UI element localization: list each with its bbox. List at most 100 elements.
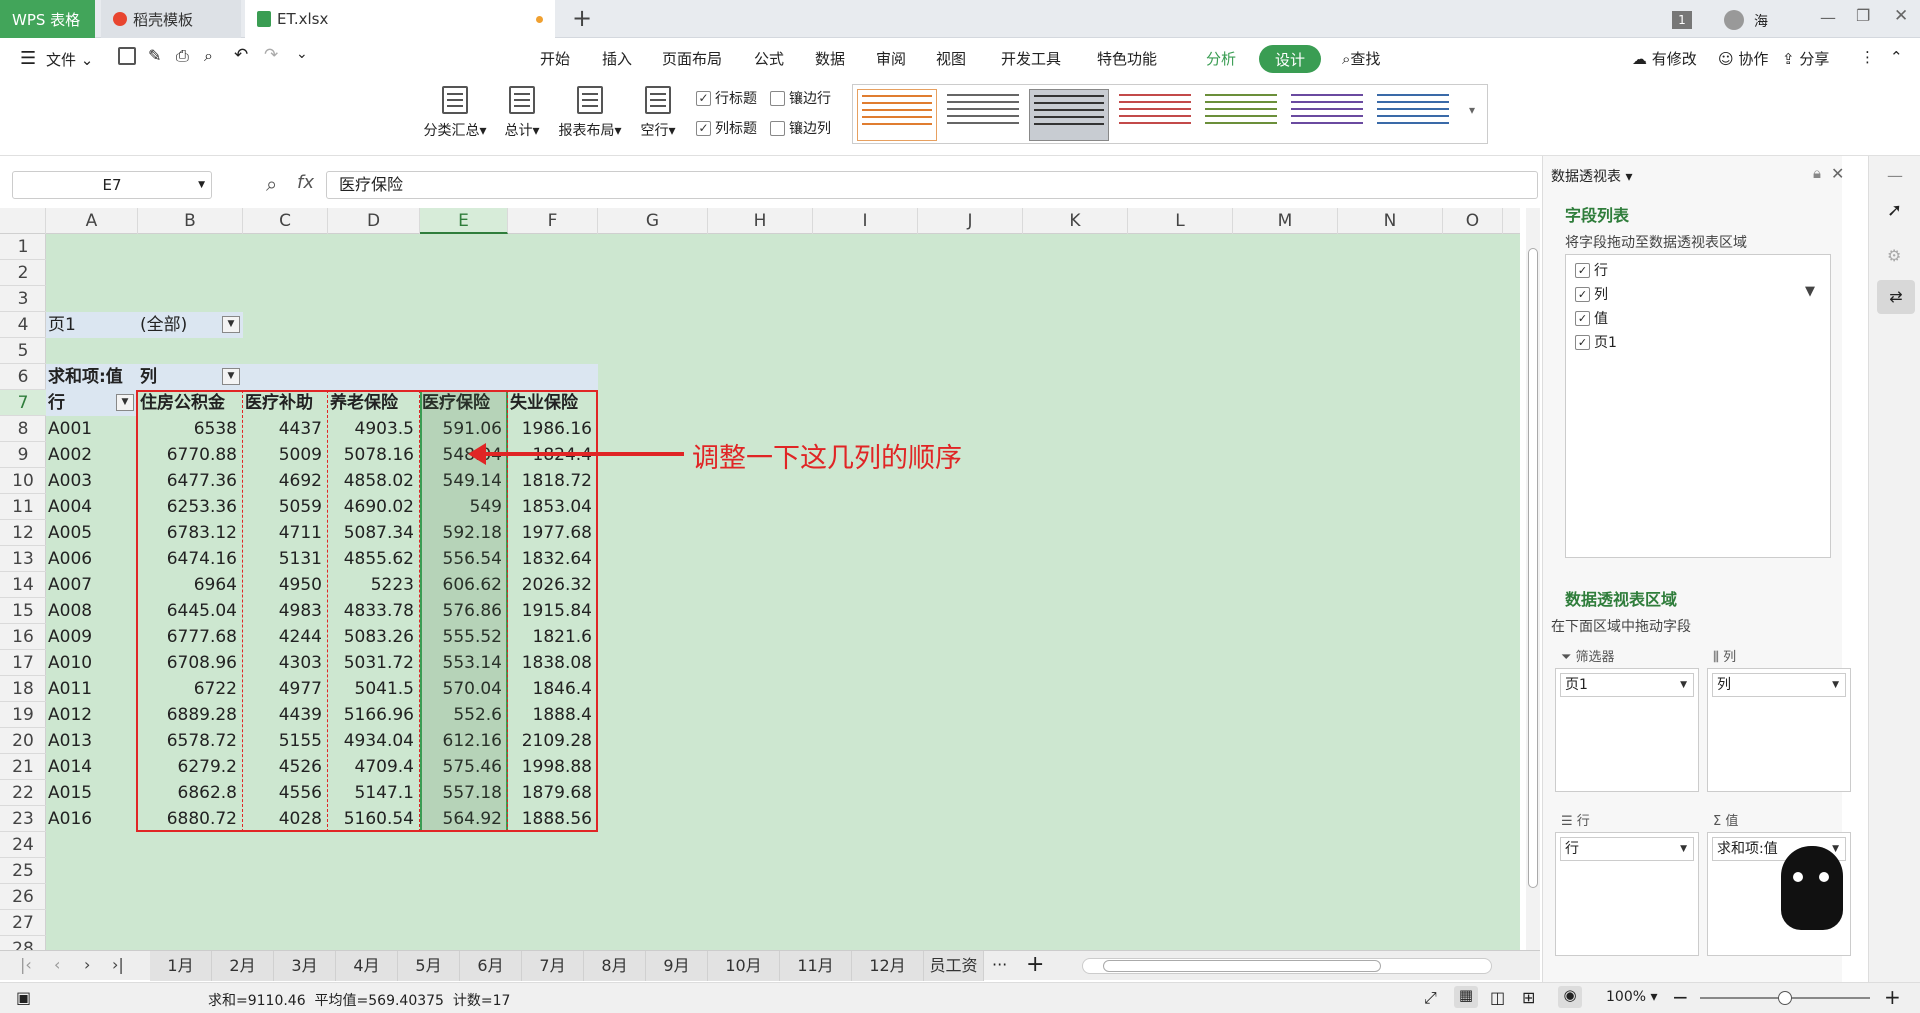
print-preview-icon[interactable]: ⌕ (204, 46, 213, 66)
style-swatch-purple[interactable] (1287, 89, 1367, 141)
print-icon[interactable]: ⎙ (176, 46, 189, 66)
select-cursor-icon[interactable]: ➚ (1887, 200, 1902, 221)
last-sheet-icon[interactable]: ›| (112, 955, 124, 974)
style-swatch-orange[interactable] (857, 89, 937, 141)
field-column[interactable]: ✓ 列 (1575, 284, 1608, 304)
row-header-16[interactable]: 16 (0, 624, 46, 650)
pivot-row-key[interactable]: A015 (48, 780, 136, 806)
cells-area[interactable]: 页1 (全部) ▼ 求和项:值列 ▼ 行 ▼ 住房公积金 医疗补助 养老保险 医疗保险 失业保险 A00… (46, 234, 1520, 950)
file-menu[interactable]: 文件 ⌄ (46, 49, 93, 70)
menu-formula[interactable]: 公式 (754, 48, 784, 69)
row-header-8[interactable]: 8 (0, 416, 46, 442)
row-header-24[interactable]: 24 (0, 832, 46, 858)
column-header-f[interactable]: F (508, 208, 598, 234)
more-sheets-icon[interactable]: ··· (992, 955, 1007, 974)
row-header-26[interactable]: 26 (0, 884, 46, 910)
menu-design[interactable]: 设计 (1259, 45, 1322, 73)
zoom-slider[interactable] (1700, 991, 1870, 1005)
prev-sheet-icon[interactable]: ‹ (54, 955, 60, 974)
hscroll-thumb[interactable] (1103, 960, 1381, 972)
row-header-15[interactable]: 15 (0, 598, 46, 624)
style-swatch-dark-selected[interactable] (1029, 89, 1109, 141)
pivot-row-key[interactable]: A011 (48, 676, 136, 702)
style-swatch-gray[interactable] (943, 89, 1023, 141)
collapse-panel-icon[interactable]: — (1887, 166, 1903, 185)
row-zone[interactable]: 行 (1555, 832, 1699, 956)
column-zone-pill[interactable]: 列 (1712, 673, 1846, 697)
menu-review[interactable]: 审阅 (876, 48, 906, 69)
window-count-badge[interactable]: 1 (1672, 11, 1692, 29)
row-header-25[interactable]: 25 (0, 858, 46, 884)
sheet-tab[interactable]: 7月 (522, 951, 584, 981)
properties-icon[interactable]: ⚙ (1887, 246, 1901, 265)
pivot-row-key[interactable]: A008 (48, 598, 136, 624)
column-header-o[interactable]: O (1443, 208, 1503, 234)
sheet-tab[interactable]: 1月 (150, 951, 212, 981)
sheet-tab[interactable]: 6月 (460, 951, 522, 981)
column-zone[interactable]: 列 (1707, 668, 1851, 792)
pivot-panel-icon[interactable]: ⇄ (1877, 280, 1915, 314)
hamburger-icon[interactable]: ☰ (20, 48, 36, 69)
next-sheet-icon[interactable]: › (84, 955, 90, 974)
row-header-21[interactable]: 21 (0, 754, 46, 780)
new-tab-button[interactable]: + (572, 4, 592, 32)
field-value[interactable]: ✓ 值 (1575, 308, 1608, 328)
row-header-10[interactable]: 10 (0, 468, 46, 494)
row-header-22[interactable]: 22 (0, 780, 46, 806)
modified-button[interactable]: ☁ 有修改 (1632, 48, 1697, 69)
tab-daoke[interactable]: 稻壳模板 (101, 0, 241, 38)
page-filter-dropdown-icon[interactable]: ▼ (222, 316, 240, 333)
sheet-tab[interactable]: 3月 (274, 951, 336, 981)
sheet-tab[interactable]: 员工资料 (924, 951, 984, 1005)
mascot-cat-icon[interactable] (1781, 846, 1843, 930)
avatar[interactable] (1724, 10, 1744, 30)
column-header-n[interactable]: N (1338, 208, 1443, 234)
page-layout-view-icon[interactable]: ⊞ (1522, 988, 1535, 1007)
pivot-row-key[interactable]: A006 (48, 546, 136, 572)
pivot-row-key[interactable]: A010 (48, 650, 136, 676)
menu-insert[interactable]: 插入 (602, 48, 632, 69)
style-swatch-red[interactable] (1115, 89, 1195, 141)
row-header-18[interactable]: 18 (0, 676, 46, 702)
sheet-tab[interactable]: 10月 (708, 951, 780, 981)
menu-home[interactable]: 开始 (540, 48, 570, 69)
tab-wps-home[interactable]: WPS 表格 (0, 0, 95, 38)
menu-developer[interactable]: 开发工具 (1001, 48, 1061, 69)
zoom-out-icon[interactable]: − (1672, 985, 1689, 1009)
blank-rows-button[interactable]: 空行▾ (618, 86, 698, 140)
fullscreen-icon[interactable]: ⤢ (1424, 988, 1437, 1008)
row-header-23[interactable]: 23 (0, 806, 46, 832)
normal-view-icon[interactable]: ▦ (1454, 986, 1478, 1008)
collapse-ribbon-icon[interactable]: ⌃ (1890, 48, 1903, 66)
close-panel-icon[interactable]: ✕ (1831, 164, 1844, 183)
sheet-tab[interactable]: 11月 (780, 951, 852, 981)
select-all-corner[interactable] (0, 208, 46, 234)
pivot-row-key[interactable]: A013 (48, 728, 136, 754)
column-header-b[interactable]: B (138, 208, 243, 234)
row-header-3[interactable]: 3 (0, 286, 46, 312)
column-header-k[interactable]: K (1023, 208, 1128, 234)
menu-page-layout[interactable]: 页面布局 (662, 48, 722, 69)
row-header-7[interactable]: 7 (0, 390, 46, 416)
share-button[interactable]: ⇪ 分享 (1782, 48, 1829, 69)
pivot-row-key[interactable]: A001 (48, 416, 136, 442)
pivot-row-key[interactable]: A012 (48, 702, 136, 728)
column-header-a[interactable]: A (46, 208, 138, 234)
row-headers-checkbox[interactable]: ✓ 行标题 (696, 88, 757, 108)
quick-access-dropdown-icon[interactable]: ⌄ (296, 46, 308, 62)
banded-columns-checkbox[interactable]: 镶边列 (770, 118, 831, 138)
restore-icon[interactable]: ❐ (1856, 6, 1870, 25)
first-sheet-icon[interactable]: |‹ (20, 955, 32, 974)
sheet-tab[interactable]: 5月 (398, 951, 460, 981)
pivot-row-key[interactable]: A016 (48, 806, 136, 832)
menu-special[interactable]: 特色功能 (1097, 48, 1157, 69)
eye-protection-icon[interactable]: ◉ (1558, 986, 1582, 1008)
panel-title[interactable]: 数据透视表 ▾ (1551, 166, 1632, 186)
row-header-9[interactable]: 9 (0, 442, 46, 468)
pivot-row-key[interactable]: A009 (48, 624, 136, 650)
save-icon[interactable] (118, 47, 136, 65)
format-painter-icon[interactable]: ✎ (148, 46, 161, 65)
pivot-row-key[interactable]: A005 (48, 520, 136, 546)
vertical-scrollbar[interactable] (1526, 208, 1540, 950)
name-box[interactable]: E7 ▼ (12, 171, 212, 199)
